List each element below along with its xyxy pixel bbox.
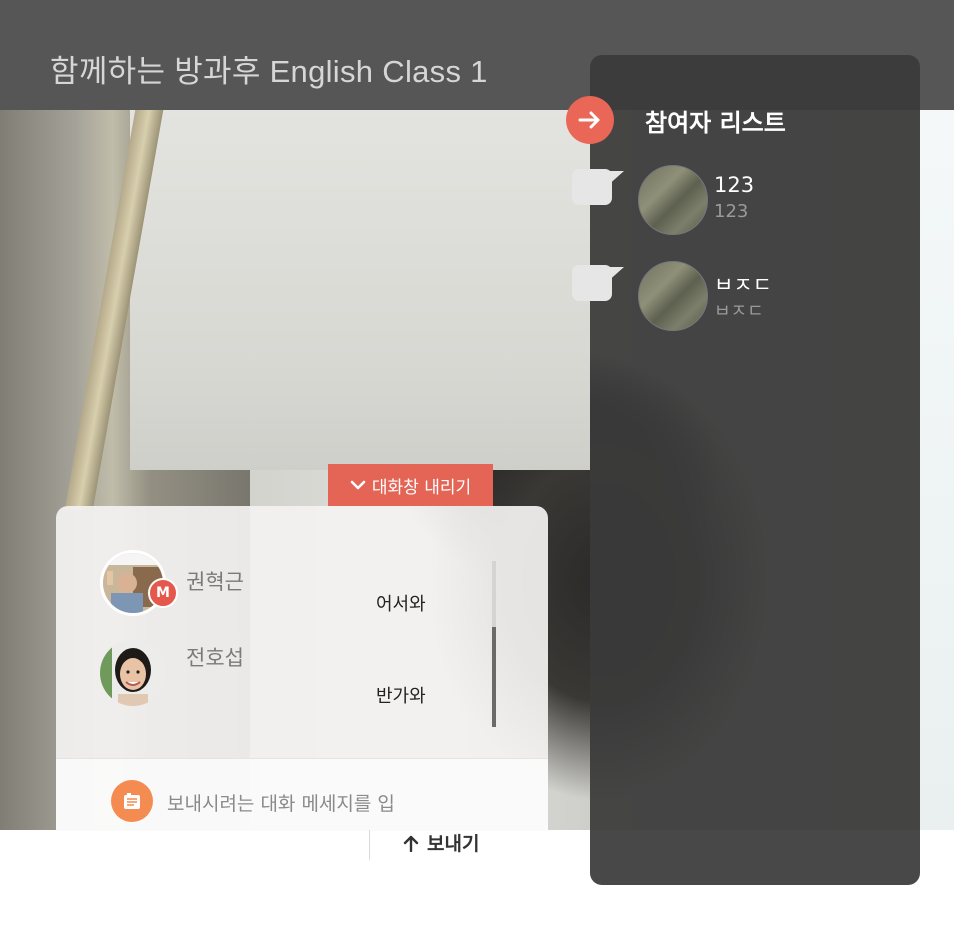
video-background-window bbox=[920, 110, 954, 830]
participant-id: ㅂㅈㄷ bbox=[714, 301, 764, 322]
collapse-chat-button[interactable]: 대화창 내리기 bbox=[328, 464, 493, 506]
participant-item[interactable]: 123 123 bbox=[572, 165, 792, 235]
chat-message: 전호섭 반가와 bbox=[100, 640, 480, 720]
video-background-wall bbox=[130, 110, 590, 470]
message-icon bbox=[111, 780, 153, 822]
message-text: 반가와 bbox=[376, 686, 426, 707]
message-sender: 권혁근 bbox=[186, 570, 244, 594]
chat-scrollbar-thumb[interactable] bbox=[492, 627, 496, 727]
message-sender: 전호섭 bbox=[186, 646, 244, 670]
arrow-up-icon bbox=[403, 835, 419, 852]
participant-name: 123 bbox=[714, 173, 755, 197]
participant-item[interactable]: ㅂㅈㄷ ㅂㅈㄷ bbox=[572, 261, 792, 331]
participant-avatar bbox=[638, 165, 708, 235]
class-title: 함께하는 방과후 English Class 1 bbox=[50, 54, 488, 89]
avatar bbox=[100, 640, 166, 706]
participant-id: 123 bbox=[714, 201, 749, 222]
chat-bubble-icon[interactable] bbox=[572, 265, 624, 301]
participant-panel-title: 참여자 리스트 bbox=[645, 109, 786, 137]
participant-avatar bbox=[638, 261, 708, 331]
moderator-badge: M bbox=[148, 578, 178, 608]
divider bbox=[369, 830, 370, 860]
message-text: 어서와 bbox=[376, 594, 426, 615]
chat-message: M 권혁근 어서와 bbox=[100, 550, 480, 630]
chat-input-bar: 보내시려는 대화 메세지를 입 bbox=[56, 758, 548, 831]
chevron-down-icon bbox=[350, 480, 366, 490]
chat-bubble-icon[interactable] bbox=[572, 169, 624, 205]
arrow-right-icon bbox=[578, 111, 600, 129]
send-button[interactable]: 보내기 bbox=[403, 829, 479, 856]
collapse-chat-label: 대화창 내리기 bbox=[371, 477, 472, 498]
close-panel-button[interactable] bbox=[566, 96, 614, 144]
send-label: 보내기 bbox=[427, 833, 480, 855]
participant-name: ㅂㅈㄷ bbox=[714, 273, 772, 297]
chat-input[interactable]: 보내시려는 대화 메세지를 입 bbox=[167, 789, 395, 816]
